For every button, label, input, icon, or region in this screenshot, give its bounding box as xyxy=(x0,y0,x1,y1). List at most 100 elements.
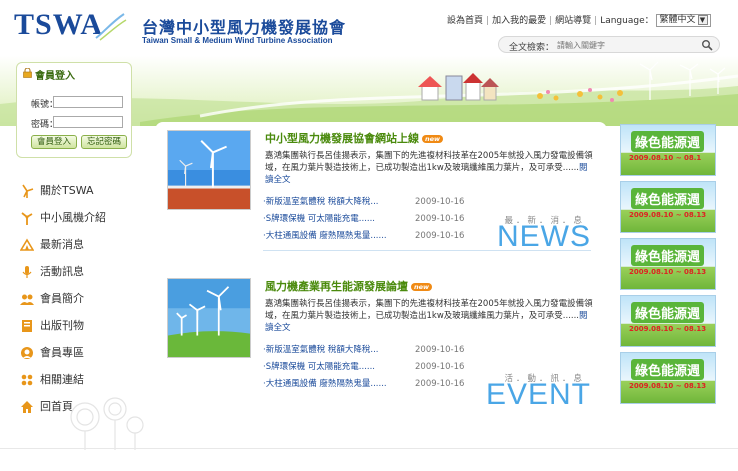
nav-label: 中小風機介紹 xyxy=(40,211,106,224)
item-date: 2009-10-16 xyxy=(415,214,465,224)
promo-date: 2009.08.10 ~ 08.13 xyxy=(629,211,707,219)
search-icon[interactable] xyxy=(701,39,713,51)
event-photo[interactable] xyxy=(167,278,251,358)
item-title: S牌環保機 可太陽能充電...... xyxy=(265,214,376,224)
nav-item-about[interactable]: 關於TSWA xyxy=(18,183,148,210)
news-headline[interactable]: 中小型風力機發展協會網站上線 new xyxy=(265,130,444,146)
promo-date: 2009.08.10 ~ 08.13 xyxy=(629,382,707,390)
divider xyxy=(263,250,591,251)
promo-banner[interactable]: 綠色能源週 2009.08.10 ~ 08.1 xyxy=(620,124,716,176)
item-title: 大柱通風設備 廢熱隔熱鬼量...... xyxy=(265,231,387,241)
promo-title: 綠色能源週 xyxy=(631,131,705,152)
section-word: NEWS xyxy=(497,220,591,253)
item-date: 2009-10-16 xyxy=(415,379,465,389)
book-icon xyxy=(22,320,32,332)
nav-label: 相關連結 xyxy=(40,373,84,386)
windmill-icon xyxy=(22,184,34,198)
item-date: 2009-10-16 xyxy=(415,345,465,355)
divider: | xyxy=(594,16,598,26)
nav-item-members[interactable]: 會員簡介 xyxy=(18,291,148,318)
item-date: 2009-10-16 xyxy=(415,362,465,372)
nav-item-turbine-intro[interactable]: 中小風機介紹 xyxy=(18,210,148,237)
nav-item-member-zone[interactable]: 會員專區 xyxy=(18,345,148,372)
new-badge: new xyxy=(422,135,444,143)
logo-title-en: Taiwan Small & Medium Wind Turbine Assoc… xyxy=(142,36,333,45)
new-badge: new xyxy=(411,283,433,291)
footer-divider xyxy=(0,448,738,449)
member-login-box: 會員登入 帳號： 密碼： 會員登入 忘記密碼 xyxy=(16,62,132,158)
nav-label: 會員專區 xyxy=(40,346,84,359)
section-word: EVENT xyxy=(485,378,591,411)
item-title: 大柱通風設備 廢熱隔熱鬼量...... xyxy=(265,379,387,389)
language-value: 繁體中文 xyxy=(659,15,696,25)
item-title: 新版溫室氣體稅 稅額大降稅... xyxy=(265,197,379,207)
member-zone-icon xyxy=(21,347,33,359)
logo-mark: TSWA xyxy=(14,8,104,41)
list-item[interactable]: ‧大柱通風設備 廢熱隔熱鬼量...... 2009-10-16 xyxy=(263,376,473,393)
lock-icon xyxy=(23,68,32,78)
list-item[interactable]: ‧大柱通風設備 廢熱隔熱鬼量...... 2009-10-16 xyxy=(263,228,473,245)
password-input[interactable] xyxy=(53,116,123,128)
promo-date: 2009.08.10 ~ 08.13 xyxy=(629,325,707,333)
set-homepage-link[interactable]: 設為首頁 xyxy=(447,16,483,26)
search-bar: 全文檢索： xyxy=(498,36,720,53)
microphone-icon xyxy=(22,266,32,278)
nav-label: 關於TSWA xyxy=(40,184,94,197)
nav-label: 活動訊息 xyxy=(40,265,84,278)
logo-title-zh: 台灣中小型風力機發展協會 xyxy=(142,18,347,37)
news-list: ‧新版溫室氣體稅 稅額大降稅... 2009-10-16 ‧S牌環保機 可太陽能充… xyxy=(263,194,473,245)
nav-item-events[interactable]: 活動訊息 xyxy=(18,264,148,291)
search-input[interactable] xyxy=(557,39,697,51)
home-icon xyxy=(21,401,33,413)
promo-banners: 綠色能源週 2009.08.10 ~ 08.1 綠色能源週 2009.08.10… xyxy=(620,124,716,409)
account-input[interactable] xyxy=(53,96,123,108)
search-label: 全文檢索： xyxy=(509,43,555,53)
event-description: 嘉鴻集團執行長呂佳揚表示，集團下的先進複材科技革在2005年就投入風力發電設備領… xyxy=(265,298,595,334)
news-icon xyxy=(20,238,34,251)
sitemap-link[interactable]: 網站導覽 xyxy=(555,16,591,26)
promo-date: 2009.08.10 ~ 08.1 xyxy=(629,154,702,162)
item-date: 2009-10-16 xyxy=(415,231,465,241)
promo-title: 綠色能源週 xyxy=(631,245,705,266)
promo-banner[interactable]: 綠色能源週 2009.08.10 ~ 08.13 xyxy=(620,238,716,290)
side-nav: 關於TSWA 中小風機介紹 最新消息 活動訊息 會員簡介 出版刊物 會員專區 相… xyxy=(18,183,148,426)
list-item[interactable]: ‧新版溫室氣體稅 稅額大降稅... 2009-10-16 xyxy=(263,342,473,359)
news-headline-text: 中小型風力機發展協會網站上線 xyxy=(265,132,419,145)
chevron-down-icon: ▼ xyxy=(697,15,708,25)
login-title: 會員登入 xyxy=(35,71,75,82)
nav-label: 最新消息 xyxy=(40,238,84,251)
link-icon xyxy=(21,374,33,386)
divider: | xyxy=(549,16,553,26)
nav-label: 會員簡介 xyxy=(40,292,84,305)
news-photo[interactable] xyxy=(167,130,251,210)
event-panel: 風力機產業再生能源發展論壇 new 嘉鴻集團執行長呂佳揚表示，集團下的先進複材科技… xyxy=(155,270,607,411)
site-header: TSWA 台灣中小型風力機發展協會 Taiwan Small & Medium … xyxy=(0,0,738,62)
language-select[interactable]: 繁體中文 ▼ xyxy=(656,14,711,27)
promo-banner[interactable]: 綠色能源週 2009.08.10 ~ 08.13 xyxy=(620,295,716,347)
site-logo[interactable]: TSWA 台灣中小型風力機發展協會 Taiwan Small & Medium … xyxy=(14,8,345,45)
forgot-password-button[interactable]: 忘記密碼 xyxy=(81,135,127,149)
nav-item-publications[interactable]: 出版刊物 xyxy=(18,318,148,345)
item-title: 新版溫室氣體稅 稅額大降稅... xyxy=(265,345,379,355)
nav-item-news[interactable]: 最新消息 xyxy=(18,237,148,264)
promo-banner[interactable]: 綠色能源週 2009.08.10 ~ 08.13 xyxy=(620,181,716,233)
list-item[interactable]: ‧新版溫室氣體稅 稅額大降稅... 2009-10-16 xyxy=(263,194,473,211)
event-headline-text: 風力機產業再生能源發展論壇 xyxy=(265,280,408,293)
members-icon xyxy=(20,294,34,305)
password-row: 密碼： xyxy=(31,116,123,130)
add-favorite-link[interactable]: 加入我的最愛 xyxy=(492,16,546,26)
language-label: Language： xyxy=(600,16,654,26)
promo-banner[interactable]: 綠色能源週 2009.08.10 ~ 08.13 xyxy=(620,352,716,404)
event-headline[interactable]: 風力機產業再生能源發展論壇 new xyxy=(265,278,433,294)
promo-title: 綠色能源週 xyxy=(631,188,705,209)
news-description: 嘉鴻集團執行長呂佳揚表示，集團下的先進複材科技革在2005年就投入風力發電設備領… xyxy=(265,150,595,186)
list-item[interactable]: ‧S牌環保機 可太陽能充電...... 2009-10-16 xyxy=(263,359,473,376)
item-title: S牌環保機 可太陽能充電...... xyxy=(265,362,376,372)
list-item[interactable]: ‧S牌環保機 可太陽能充電...... 2009-10-16 xyxy=(263,211,473,228)
login-button[interactable]: 會員登入 xyxy=(31,135,77,149)
news-panel: 中小型風力機發展協會網站上線 new 嘉鴻集團執行長呂佳揚表示，集團下的先進複材科… xyxy=(155,122,607,260)
turbine-icon xyxy=(21,212,33,225)
event-desc-text: 嘉鴻集團執行長呂佳揚表示，集團下的先進複材科技革在2005年就投入風力發電設備領… xyxy=(265,299,593,321)
news-desc-text: 嘉鴻集團執行長呂佳揚表示，集團下的先進複材科技革在2005年就投入風力發電設備領… xyxy=(265,151,593,173)
item-date: 2009-10-16 xyxy=(415,197,465,207)
